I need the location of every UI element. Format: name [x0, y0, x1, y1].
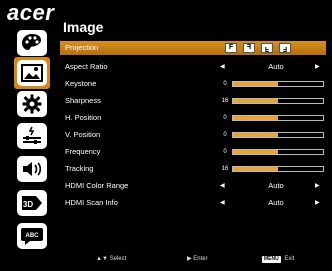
- palette-icon[interactable]: [17, 30, 47, 56]
- menu-row-frequency[interactable]: Frequency 0: [60, 145, 326, 159]
- menu-row-v-position[interactable]: V. Position 0: [60, 128, 326, 142]
- projection-rear-icon[interactable]: F: [261, 43, 273, 53]
- hdmi-color-range-value: Auto: [268, 181, 284, 190]
- footer-select-hint: ▲▼ Select: [96, 255, 126, 263]
- brand-logo: acer: [7, 0, 55, 25]
- h-position-slider-fill: [233, 116, 278, 120]
- right-arrow-icon: ▶: [187, 256, 192, 262]
- right-arrow-icon[interactable]: ▶: [315, 196, 320, 210]
- image-icon[interactable]: [17, 60, 47, 86]
- projection-options: F F F F: [225, 43, 291, 53]
- sharpness-label: Sharpness: [65, 96, 101, 105]
- keystone-slider-fill: [233, 82, 278, 86]
- sharpness-slider-fill: [233, 99, 278, 103]
- speaker-icon[interactable]: [17, 156, 47, 182]
- keystone-value: 0: [223, 81, 227, 87]
- tracking-value: 16: [221, 166, 229, 172]
- aspect-ratio-label: Aspect Ratio: [65, 62, 108, 71]
- menu-row-hdmi-color-range[interactable]: HDMI Color Range ◀ Auto ▶: [60, 179, 326, 193]
- v-position-value: 0: [223, 132, 227, 138]
- menu-row-keystone[interactable]: Keystone 0: [60, 77, 326, 91]
- v-position-label: V. Position: [65, 130, 101, 139]
- aspect-ratio-value: Auto: [268, 62, 284, 71]
- right-arrow-icon[interactable]: ▶: [315, 60, 320, 74]
- menu-row-projection[interactable]: Projection F F F F: [60, 41, 326, 55]
- frequency-label: Frequency: [65, 147, 101, 156]
- frequency-slider[interactable]: [232, 149, 324, 155]
- tracking-slider[interactable]: [232, 166, 324, 172]
- keystone-slider[interactable]: [232, 81, 324, 87]
- menu-row-hdmi-scan-info[interactable]: HDMI Scan Info ◀ Auto ▶: [60, 196, 326, 210]
- keystone-label: Keystone: [65, 79, 97, 88]
- h-position-value: 0: [223, 115, 227, 121]
- menu-row-tracking[interactable]: Tracking 16: [60, 162, 326, 176]
- left-arrow-icon[interactable]: ◀: [220, 60, 225, 74]
- 3d-icon-text: 3D: [23, 200, 33, 209]
- hdmi-scan-info-value: Auto: [268, 198, 284, 207]
- frequency-slider-fill: [233, 150, 278, 154]
- menu-row-sharpness[interactable]: Sharpness 16: [60, 94, 326, 108]
- projection-rear-ceiling-icon[interactable]: F: [279, 43, 291, 53]
- page-title: Image: [63, 19, 104, 35]
- language-icon-text: ABC: [26, 233, 40, 239]
- hdmi-color-range-label: HDMI Color Range: [65, 181, 129, 190]
- footer-exit-hint: MENU Exit: [262, 255, 294, 263]
- sharpness-value: 16: [221, 98, 229, 104]
- h-position-label: H. Position: [65, 113, 102, 122]
- left-arrow-icon[interactable]: ◀: [220, 196, 225, 210]
- tracking-label: Tracking: [65, 164, 94, 173]
- sharpness-slider[interactable]: [232, 98, 324, 104]
- language-icon[interactable]: ABC: [17, 223, 47, 249]
- footer-exit-label: Exit: [284, 256, 295, 262]
- left-arrow-icon[interactable]: ◀: [220, 179, 225, 193]
- footer-select-label: Select: [109, 256, 127, 262]
- tracking-slider-fill: [233, 167, 278, 171]
- v-position-slider[interactable]: [232, 132, 324, 138]
- h-position-slider[interactable]: [232, 115, 324, 121]
- gear-icon[interactable]: [17, 91, 47, 117]
- 3d-icon[interactable]: 3D: [17, 190, 47, 216]
- projection-front-icon[interactable]: F: [225, 43, 237, 53]
- projection-label: Projection: [65, 43, 99, 52]
- right-arrow-icon[interactable]: ▶: [315, 179, 320, 193]
- power-settings-icon[interactable]: [17, 123, 47, 149]
- projection-front-ceiling-icon[interactable]: F: [243, 43, 255, 53]
- menu-row-aspect-ratio[interactable]: Aspect Ratio ◀ Auto ▶: [60, 60, 326, 74]
- frequency-value: 0: [223, 149, 227, 155]
- menu-key-badge: MENU: [262, 256, 281, 263]
- hdmi-scan-info-label: HDMI Scan Info: [65, 198, 118, 207]
- up-down-arrow-icon: ▲▼: [96, 256, 108, 262]
- menu-row-h-position[interactable]: H. Position 0: [60, 111, 326, 125]
- footer-enter-hint: ▶ Enter: [187, 255, 208, 263]
- v-position-slider-fill: [233, 133, 278, 137]
- footer-enter-label: Enter: [193, 256, 208, 262]
